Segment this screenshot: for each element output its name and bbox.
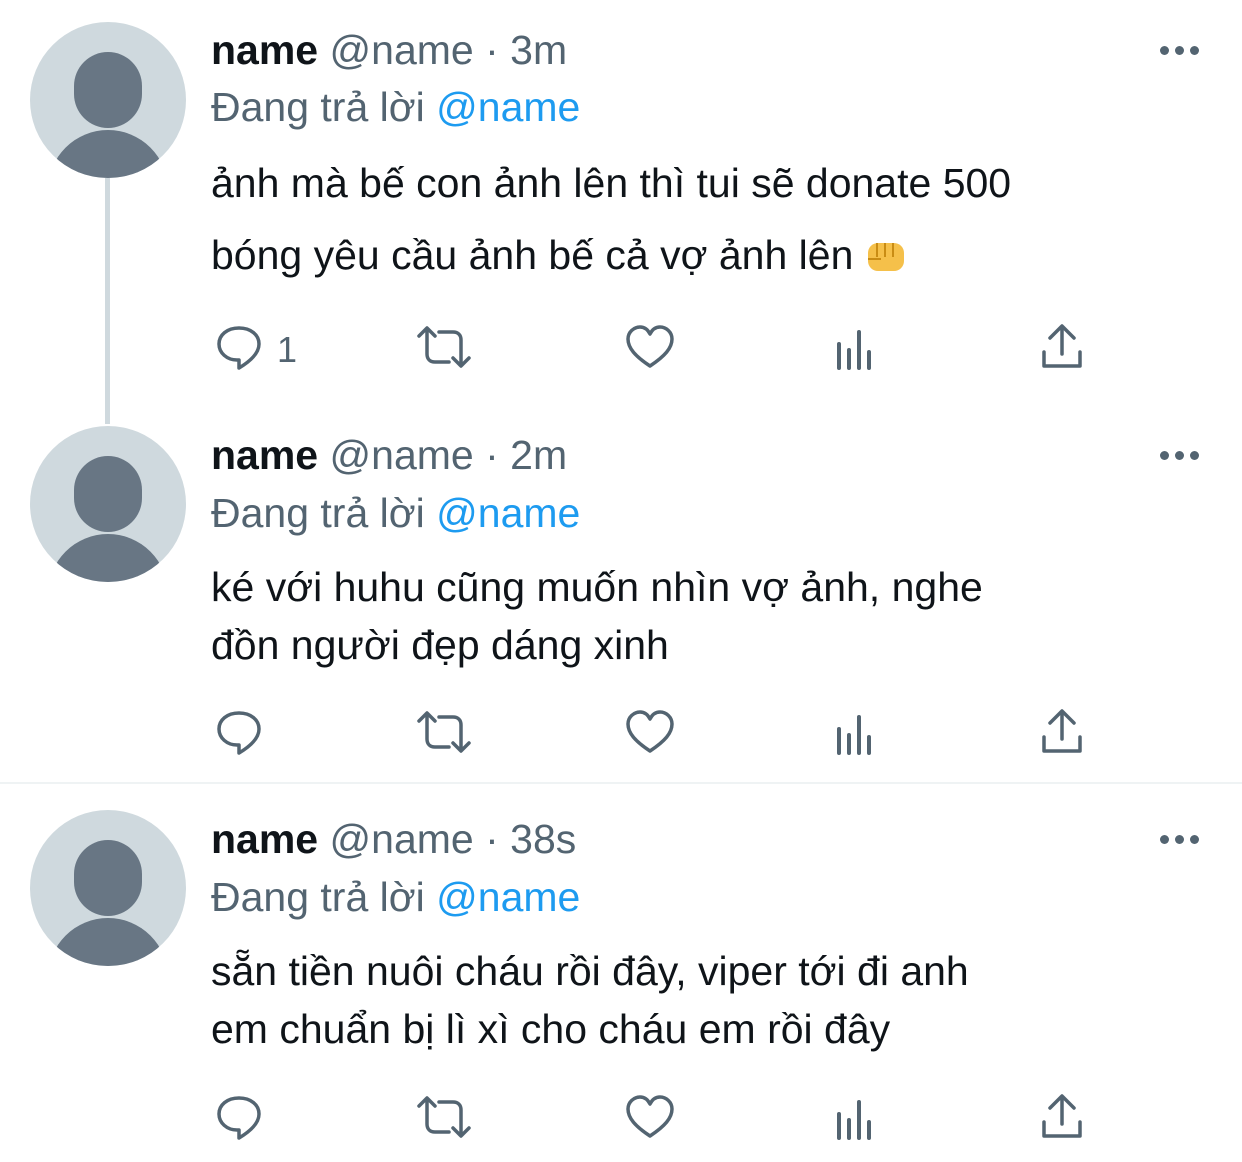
like-button[interactable] [625,1092,675,1148]
reply-icon [217,1096,261,1140]
retweet-icon [417,1096,471,1138]
display-name[interactable]: name [211,816,318,862]
avatar-head [74,840,142,916]
replying-to-line: Đang trả lời @name [211,872,580,922]
mention-link[interactable]: @name [436,874,580,920]
heart-icon [626,1095,674,1138]
timestamp[interactable]: 38s [510,816,576,862]
tweet-actions [0,1092,1242,1148]
share-icon [1042,1094,1082,1138]
avatar[interactable] [30,810,186,966]
replying-prefix: Đang trả lời [211,874,425,920]
share-button[interactable] [1040,1092,1084,1148]
tweet-header: name @name · 38s [211,814,576,864]
retweet-button[interactable] [415,1092,473,1148]
analytics-icon [837,1100,871,1140]
tweet[interactable]: name @name · 38s Đang trả lời @name sẵn … [0,0,1242,1162]
tweet-text-line: em chuẩn bị lì xì cho cháu em rồi đây [211,1006,891,1052]
analytics-button[interactable] [835,1092,879,1148]
separator-dot: · [485,816,499,862]
user-handle[interactable]: @name [330,816,474,862]
tweet-text-line: sẵn tiền nuôi cháu rồi đây, viper tới đi… [211,948,969,994]
more-icon[interactable] [1158,832,1202,846]
avatar-shoulders [48,918,168,966]
reply-button[interactable] [215,1092,305,1148]
